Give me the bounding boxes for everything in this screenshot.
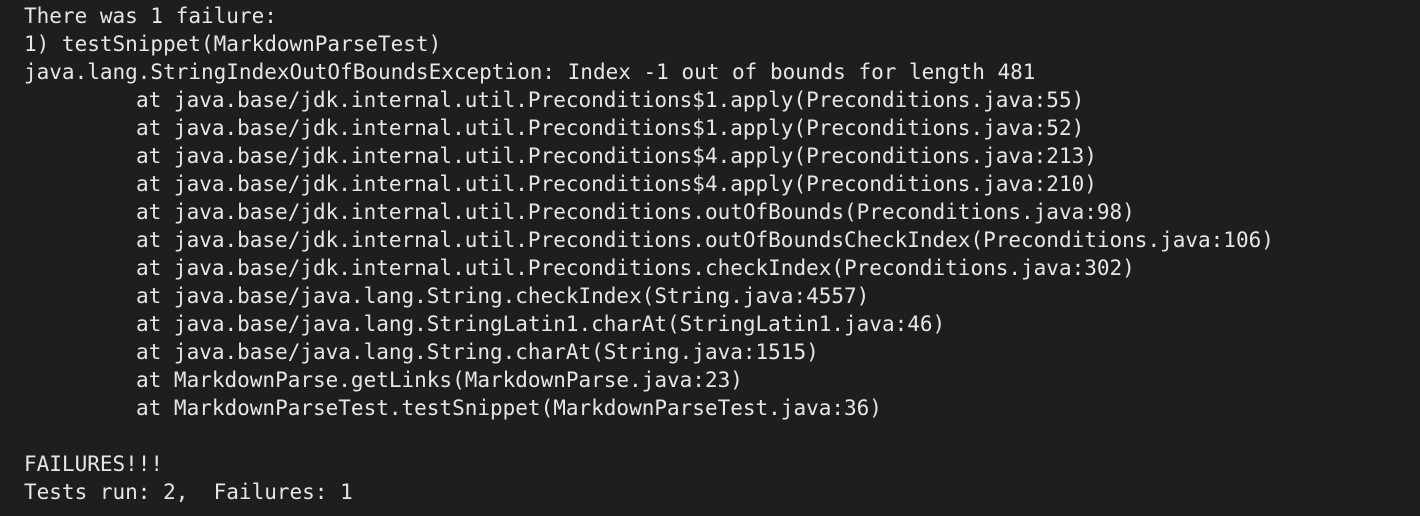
stack-frame: at java.base/java.lang.StringLatin1.char…: [136, 312, 946, 336]
failure-title: 1) testSnippet(MarkdownParseTest): [24, 32, 442, 56]
stack-frame: at java.base/jdk.internal.util.Precondit…: [136, 88, 1085, 112]
stack-frame: at java.base/jdk.internal.util.Precondit…: [136, 256, 1135, 280]
stack-frame: at java.base/java.lang.String.checkIndex…: [136, 284, 870, 308]
stack-frame: at MarkdownParse.getLinks(MarkdownParse.…: [136, 368, 743, 392]
failure-count-header: There was 1 failure:: [24, 4, 277, 28]
test-summary: Tests run: 2, Failures: 1: [24, 480, 353, 504]
stack-frame: at java.base/jdk.internal.util.Precondit…: [136, 172, 1097, 196]
stack-frame: at java.base/jdk.internal.util.Precondit…: [136, 200, 1135, 224]
failures-banner: FAILURES!!!: [24, 452, 164, 476]
stack-frame: at java.base/jdk.internal.util.Precondit…: [136, 144, 1097, 168]
stack-frame: at java.base/jdk.internal.util.Precondit…: [136, 116, 1085, 140]
stack-frame: at MarkdownParseTest.testSnippet(Markdow…: [136, 396, 882, 420]
exception-message: java.lang.StringIndexOutOfBoundsExceptio…: [24, 60, 1036, 84]
stack-frame: at java.base/java.lang.String.charAt(Str…: [136, 340, 819, 364]
stack-frame: at java.base/jdk.internal.util.Precondit…: [136, 228, 1274, 252]
terminal-output[interactable]: There was 1 failure: 1) testSnippet(Mark…: [0, 0, 1420, 516]
